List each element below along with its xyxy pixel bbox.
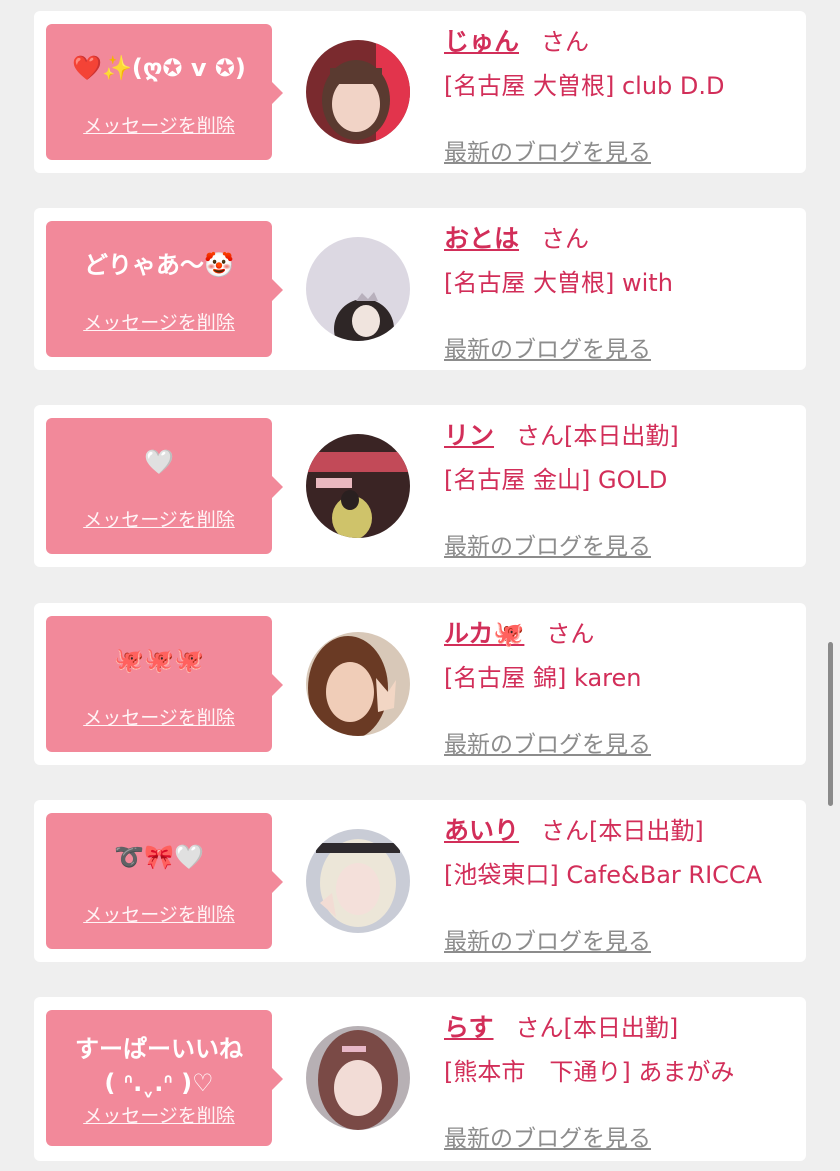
avatar[interactable] (306, 434, 410, 538)
message-text: ➰🎀🤍 (114, 843, 204, 871)
avatar[interactable] (306, 40, 410, 144)
scrollbar[interactable] (828, 642, 833, 806)
name-suffix: さん (541, 225, 590, 253)
latest-blog-link[interactable]: 最新のブログを見る (444, 1119, 651, 1153)
name-suffix: さん (546, 620, 595, 648)
avatar[interactable] (306, 1026, 410, 1130)
latest-blog-link[interactable]: 最新のブログを見る (444, 922, 651, 956)
cast-name-link[interactable]: あいり (444, 816, 519, 845)
name-suffix: さん[本日出勤] (541, 817, 704, 845)
avatar-photo-icon (306, 1026, 410, 1130)
message-text: ❤️✨(ღ✪ v ✪) (72, 54, 246, 82)
delete-message-link[interactable]: メッセージを削除 (46, 111, 272, 138)
message-bubble: ➰🎀🤍 メッセージを削除 (46, 813, 283, 949)
avatar-photo-icon (306, 632, 410, 736)
avatar[interactable] (306, 632, 410, 736)
avatar-photo-icon (306, 434, 410, 538)
message-card: どりゃあ〜🤡 メッセージを削除 おとは さん [名古屋 大曽根] with 最新の… (34, 208, 806, 370)
message-card: ❤️✨(ღ✪ v ✪) メッセージを削除 じゅん さん [名古屋 大曽根] clu… (34, 11, 806, 173)
name-suffix: さん (541, 28, 590, 56)
avatar-photo-icon (306, 829, 410, 933)
delete-message-link[interactable]: メッセージを削除 (46, 505, 272, 532)
avatar[interactable] (306, 237, 410, 341)
shop-label: [熊本市 下通り] あまがみ (444, 1058, 735, 1086)
message-bubble: 🐙🐙🐙 メッセージを削除 (46, 616, 283, 752)
delete-message-link[interactable]: メッセージを削除 (46, 308, 272, 335)
shop-label: [名古屋 錦] karen (444, 664, 642, 692)
delete-message-link[interactable]: メッセージを削除 (46, 703, 272, 730)
message-text: すーぱーいいね ( ᐢ.ˬ.ᐢ )♡ (75, 1035, 243, 1097)
delete-message-link[interactable]: メッセージを削除 (46, 1101, 272, 1128)
shop-label: [名古屋 金山] GOLD (444, 466, 668, 494)
message-card: 🐙🐙🐙 メッセージを削除 ルカ🐙 さん [名古屋 錦] karen 最新のブログを… (34, 603, 806, 765)
latest-blog-link[interactable]: 最新のブログを見る (444, 133, 651, 167)
name-suffix: さん[本日出勤] (516, 422, 679, 450)
message-bubble: ❤️✨(ღ✪ v ✪) メッセージを削除 (46, 24, 283, 160)
avatar-photo-icon (306, 40, 410, 144)
latest-blog-link[interactable]: 最新のブログを見る (444, 725, 651, 759)
delete-message-link[interactable]: メッセージを削除 (46, 900, 272, 927)
message-bubble: すーぱーいいね ( ᐢ.ˬ.ᐢ )♡ メッセージを削除 (46, 1010, 283, 1146)
message-card: 🤍 メッセージを削除 リン さん[本日出勤] [名古屋 金山] GOLD 最新のブ… (34, 405, 806, 567)
shop-label: [池袋東口] Cafe&Bar RICCA (444, 861, 763, 889)
message-card: すーぱーいいね ( ᐢ.ˬ.ᐢ )♡ メッセージを削除 らす さん[本日出勤] [… (34, 997, 806, 1161)
cast-name-link[interactable]: じゅん (444, 27, 519, 56)
message-text: どりゃあ〜🤡 (84, 251, 234, 279)
message-bubble: どりゃあ〜🤡 メッセージを削除 (46, 221, 283, 357)
avatar-photo-icon (306, 237, 410, 341)
name-suffix: さん[本日出勤] (515, 1014, 679, 1042)
cast-name-link[interactable]: リン (444, 421, 494, 450)
message-text: 🐙🐙🐙 (114, 646, 204, 674)
cast-name-link[interactable]: ルカ🐙 (444, 619, 524, 648)
latest-blog-link[interactable]: 最新のブログを見る (444, 330, 651, 364)
avatar[interactable] (306, 829, 410, 933)
cast-name-link[interactable]: おとは (444, 224, 519, 253)
message-card: ➰🎀🤍 メッセージを削除 あいり さん[本日出勤] [池袋東口] Cafe&Bar… (34, 800, 806, 962)
shop-label: [名古屋 大曽根] club D.D (444, 72, 725, 100)
latest-blog-link[interactable]: 最新のブログを見る (444, 527, 651, 561)
message-bubble: 🤍 メッセージを削除 (46, 418, 283, 554)
cast-name-link[interactable]: らす (444, 1013, 494, 1042)
message-text: 🤍 (144, 448, 174, 476)
shop-label: [名古屋 大曽根] with (444, 269, 673, 297)
